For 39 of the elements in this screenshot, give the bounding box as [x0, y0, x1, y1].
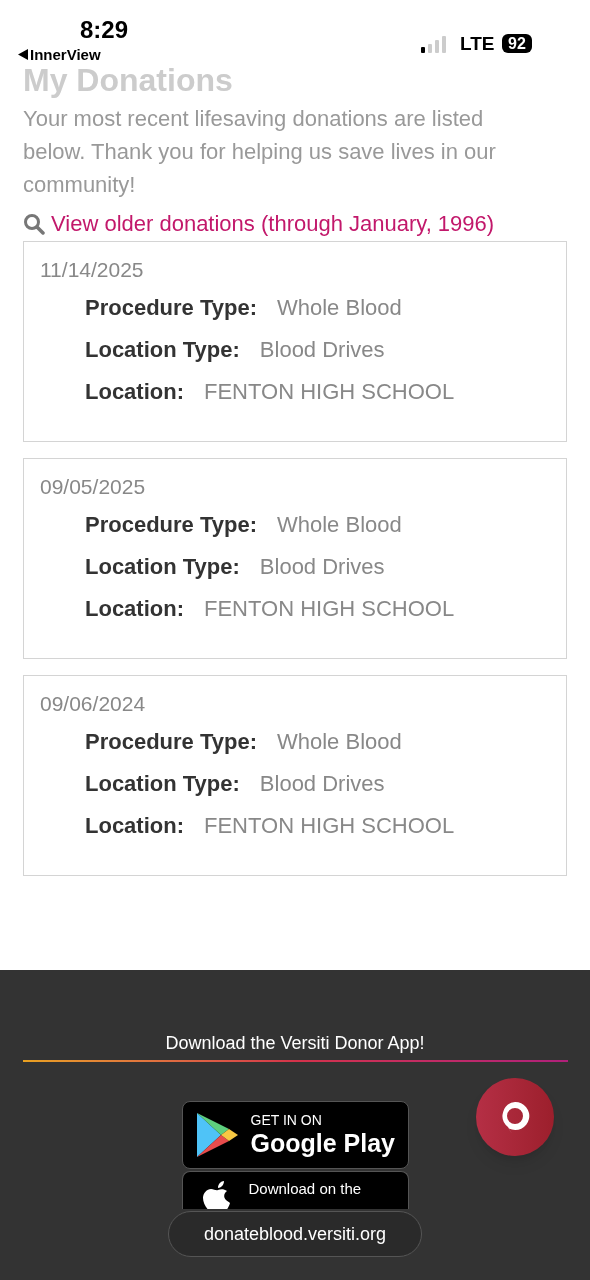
field-label: Location Type:: [85, 336, 240, 364]
url-bar[interactable]: donateblood.versiti.org: [168, 1211, 422, 1257]
field-value: Whole Blood: [277, 294, 402, 322]
field-label: Procedure Type:: [85, 728, 257, 756]
back-icon: [18, 49, 28, 60]
field-label: Procedure Type:: [85, 511, 257, 539]
intro-text: Your most recent lifesaving donations are listed below. Thank you for helping us save lives in our community!: [23, 105, 497, 199]
field-label: Location:: [85, 378, 184, 406]
field-value: FENTON HIGH SCHOOL: [204, 812, 455, 840]
play-store-icon: [194, 1111, 239, 1159]
search-icon: [23, 213, 45, 235]
field-label: Location:: [85, 812, 184, 840]
field-label: Location:: [85, 595, 184, 623]
donation-date: 09/05/2025: [40, 474, 147, 500]
field-label: Procedure Type:: [85, 294, 257, 322]
battery-badge: 92: [502, 34, 532, 53]
field-label: Location Type:: [85, 553, 240, 581]
network-label: LTE: [460, 34, 495, 53]
donation-date: 09/06/2024: [40, 691, 147, 717]
google-play-large-text: Google Play: [250, 1128, 395, 1158]
back-link[interactable]: InnerView: [18, 47, 101, 62]
field-value: FENTON HIGH SCHOOL: [204, 378, 455, 406]
field-value: Blood Drives: [259, 553, 385, 581]
field-value: Blood Drives: [259, 336, 385, 364]
app-store-button[interactable]: Download on the: [181, 1171, 409, 1209]
field-value: Whole Blood: [277, 728, 402, 756]
field-value: FENTON HIGH SCHOOL: [204, 595, 455, 623]
google-play-button[interactable]: GET IN ON Google Play: [181, 1101, 409, 1169]
field-label: Location Type:: [85, 770, 240, 798]
signal-icon: [421, 35, 449, 53]
url-text: donateblood.versiti.org: [203, 1222, 387, 1246]
donation-date: 11/14/2025: [40, 257, 145, 283]
google-play-small-text: GET IN ON: [250, 1112, 322, 1128]
app-store-small-text: Download on the: [248, 1180, 362, 1198]
footer-heading: Download the Versiti Donor App!: [165, 1032, 425, 1055]
field-value: Whole Blood: [277, 511, 402, 539]
field-value: Blood Drives: [259, 770, 385, 798]
older-donations-link[interactable]: View older donations (through January, 1996): [23, 209, 567, 239]
status-time: 8:29: [80, 18, 129, 42]
